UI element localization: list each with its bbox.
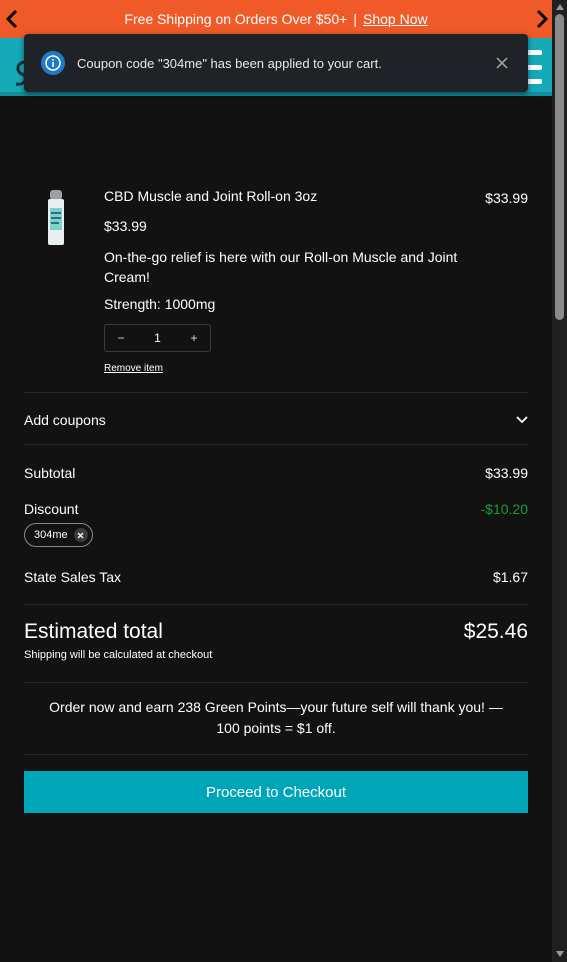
info-icon [41, 51, 65, 75]
product-strength: Strength: 1000mg [104, 296, 216, 312]
points-line-1: Order now and earn 238 Green Points—your… [49, 699, 503, 715]
estimated-total-value: $25.46 [463, 620, 528, 643]
quantity-increase-button[interactable]: + [178, 331, 210, 345]
scroll-up-arrow-icon[interactable] [555, 2, 564, 11]
product-image[interactable] [46, 190, 66, 246]
divider [24, 604, 528, 605]
remove-coupon-button[interactable] [73, 528, 88, 542]
chevron-down-icon [516, 416, 528, 424]
points-line-2: 100 points = $1 off. [216, 720, 336, 736]
coupon-code: 304me [34, 529, 68, 541]
coupon-chip: 304me [24, 523, 93, 547]
close-icon [77, 532, 84, 538]
proceed-to-checkout-button[interactable]: Proceed to Checkout [24, 771, 528, 813]
add-coupons-toggle[interactable]: Add coupons [24, 408, 528, 432]
quantity-value[interactable]: 1 [137, 331, 178, 345]
coupon-toast: Coupon code "304me" has been applied to … [24, 34, 528, 92]
announcement-text: Free Shipping on Orders Over $50+ [124, 11, 348, 27]
quantity-stepper: − 1 + [104, 324, 211, 352]
discount-value: -$10.20 [480, 501, 528, 517]
previous-announcement-button[interactable] [2, 6, 22, 32]
subtotal-value: $33.99 [485, 465, 528, 481]
discount-row: Discount -$10.20 [24, 501, 528, 517]
scroll-down-arrow-icon[interactable] [555, 949, 564, 958]
tax-value: $1.67 [492, 569, 528, 585]
discount-label: Discount [24, 501, 79, 517]
announcement-bar: Free Shipping on Orders Over $50+ | Shop… [0, 0, 552, 38]
divider [24, 682, 528, 683]
toast-close-button[interactable] [482, 43, 522, 83]
remove-item-link[interactable]: Remove item [104, 363, 163, 374]
quantity-decrease-button[interactable]: − [105, 331, 137, 345]
divider [24, 444, 528, 445]
chevron-right-icon [536, 9, 548, 29]
subtotal-row: Subtotal $33.99 [24, 465, 528, 481]
estimated-total-label: Estimated total [24, 620, 163, 643]
next-announcement-button[interactable] [532, 6, 552, 32]
add-coupons-label: Add coupons [24, 412, 106, 428]
unit-price: $33.99 [104, 218, 147, 234]
divider [24, 754, 528, 755]
toast-message: Coupon code "304me" has been applied to … [77, 55, 382, 71]
product-description: On-the-go relief is here with our Roll-o… [104, 249, 458, 285]
subtotal-label: Subtotal [24, 465, 76, 481]
divider [24, 392, 528, 393]
scroll-thumb[interactable] [555, 14, 564, 320]
tax-label: State Sales Tax [24, 569, 122, 585]
page-scrollbar[interactable] [552, 0, 567, 962]
shipping-note: Shipping will be calculated at checkout [24, 649, 213, 661]
line-price: $33.99 [485, 190, 528, 206]
shop-now-link[interactable]: Shop Now [363, 11, 428, 27]
tax-row: State Sales Tax $1.67 [24, 569, 528, 585]
product-name[interactable]: CBD Muscle and Joint Roll-on 3oz [104, 188, 317, 204]
close-icon [496, 57, 508, 69]
announcement-separator: | [353, 11, 357, 27]
green-points-message: Order now and earn 238 Green Points—your… [24, 697, 528, 739]
chevron-left-icon [6, 9, 18, 29]
